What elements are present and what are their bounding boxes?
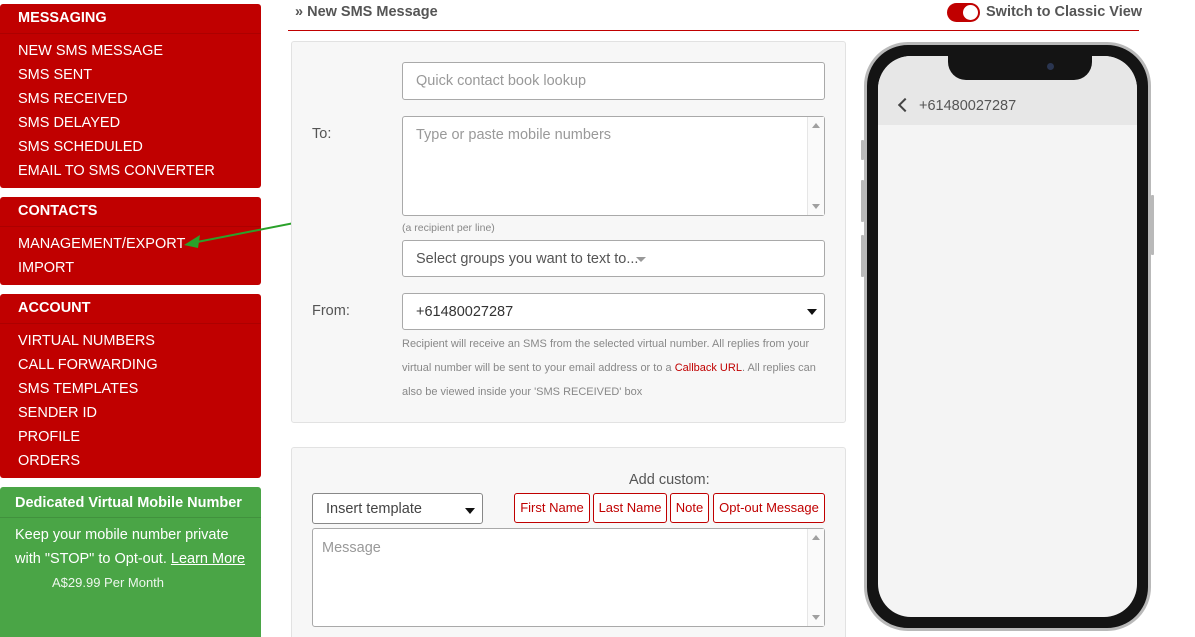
page-title: » New SMS Message	[295, 4, 438, 20]
app-root: MESSAGING NEW SMS MESSAGE SMS SENT SMS R…	[0, 0, 1195, 637]
from-label: From:	[312, 303, 350, 319]
mobile-numbers-placeholder: Type or paste mobile numbers	[416, 127, 612, 143]
sidebar-item-sms-templates[interactable]: SMS TEMPLATES	[0, 377, 261, 401]
contact-lookup-placeholder: Quick contact book lookup	[416, 73, 587, 89]
chevron-down-icon	[465, 508, 475, 514]
sidebar-item-new-sms-message[interactable]: NEW SMS MESSAGE	[0, 39, 261, 63]
groups-select-placeholder: Select groups you want to text to...	[416, 251, 639, 267]
scroll-up-arrow[interactable]	[812, 535, 820, 540]
sidebar-item-profile[interactable]: PROFILE	[0, 425, 261, 449]
promo-title: Dedicated Virtual Mobile Number	[0, 487, 261, 518]
message-textarea[interactable]: Message	[312, 528, 825, 627]
recipient-hint: (a recipient per line)	[402, 222, 495, 234]
mobile-numbers-textarea[interactable]: Type or paste mobile numbers	[402, 116, 825, 216]
scroll-up-arrow[interactable]	[812, 123, 820, 128]
classic-view-toggle-label[interactable]: Switch to Classic View	[986, 4, 1142, 20]
message-scrollbar[interactable]	[807, 529, 824, 626]
contact-lookup-input[interactable]: Quick contact book lookup	[402, 62, 825, 100]
sidebar-item-sms-received[interactable]: SMS RECEIVED	[0, 87, 261, 111]
phone-power-button	[1151, 195, 1154, 255]
phone-notch	[948, 56, 1092, 80]
promo-price: A$29.99 Per Month	[52, 575, 165, 590]
sidebar-item-sms-sent[interactable]: SMS SENT	[0, 63, 261, 87]
numbers-scrollbar[interactable]	[807, 117, 824, 215]
sidebar-account-panel: ACCOUNT VIRTUAL NUMBERS CALL FORWARDING …	[0, 294, 261, 478]
promo-panel: Dedicated Virtual Mobile Number Keep you…	[0, 487, 261, 637]
sidebar-item-import[interactable]: IMPORT	[0, 256, 261, 280]
promo-body: Keep your mobile number private with "ST…	[0, 518, 261, 571]
sidebar-item-call-forwarding[interactable]: CALL FORWARDING	[0, 353, 261, 377]
recipients-panel: Quick contact book lookup To: Type or pa…	[291, 41, 846, 423]
sidebar-item-sender-id[interactable]: SENDER ID	[0, 401, 261, 425]
chevron-down-icon	[807, 309, 817, 315]
from-number-select[interactable]: +61480027287	[402, 293, 825, 330]
sidebar-item-sms-scheduled[interactable]: SMS SCHEDULED	[0, 135, 261, 159]
last-name-tag-button[interactable]: Last Name	[593, 493, 667, 523]
insert-template-select[interactable]: Insert template	[312, 493, 483, 524]
classic-view-toggle[interactable]	[947, 3, 980, 22]
sidebar-item-sms-delayed[interactable]: SMS DELAYED	[0, 111, 261, 135]
phone-volume-down-button	[861, 235, 864, 277]
sidebar-item-virtual-numbers[interactable]: VIRTUAL NUMBERS	[0, 329, 261, 353]
phone-screen: +61480027287	[878, 56, 1137, 617]
sidebar-item-orders[interactable]: ORDERS	[0, 449, 261, 473]
first-name-tag-button[interactable]: First Name	[514, 493, 590, 523]
composer-panel: Add custom: Insert template First Name L…	[291, 447, 846, 637]
sidebar-messaging-panel: MESSAGING NEW SMS MESSAGE SMS SENT SMS R…	[0, 4, 261, 188]
scroll-down-arrow[interactable]	[812, 204, 820, 209]
phone-volume-up-button	[861, 180, 864, 222]
groups-select[interactable]: Select groups you want to text to...	[402, 240, 825, 277]
to-label: To:	[312, 126, 332, 142]
back-arrow-icon[interactable]	[897, 97, 913, 113]
chevron-down-icon	[636, 257, 646, 262]
promo-learn-more-link[interactable]: Learn More	[171, 551, 245, 567]
insert-template-placeholder: Insert template	[326, 501, 422, 517]
scroll-down-arrow[interactable]	[812, 615, 820, 620]
header-divider	[288, 30, 1139, 31]
message-placeholder: Message	[322, 540, 381, 556]
sidebar-item-email-to-sms-converter[interactable]: EMAIL TO SMS CONVERTER	[0, 159, 261, 183]
phone-preview: +61480027287	[861, 42, 1154, 631]
camera-icon	[1047, 63, 1054, 70]
from-help-text: Recipient will receive an SMS from the s…	[402, 332, 822, 404]
sidebar-messaging-header: MESSAGING	[0, 4, 261, 34]
callback-url-link[interactable]: Callback URL	[675, 362, 742, 374]
toggle-knob	[963, 5, 978, 20]
phone-contact-number: +61480027287	[919, 98, 1017, 114]
add-custom-label: Add custom:	[629, 472, 710, 488]
annotation-arrow-head	[184, 235, 200, 248]
opt-out-message-tag-button[interactable]: Opt-out Message	[713, 493, 825, 523]
note-tag-button[interactable]: Note	[670, 493, 709, 523]
from-number-value: +61480027287	[416, 304, 514, 320]
sidebar-account-header: ACCOUNT	[0, 294, 261, 324]
phone-mute-button	[861, 140, 864, 160]
